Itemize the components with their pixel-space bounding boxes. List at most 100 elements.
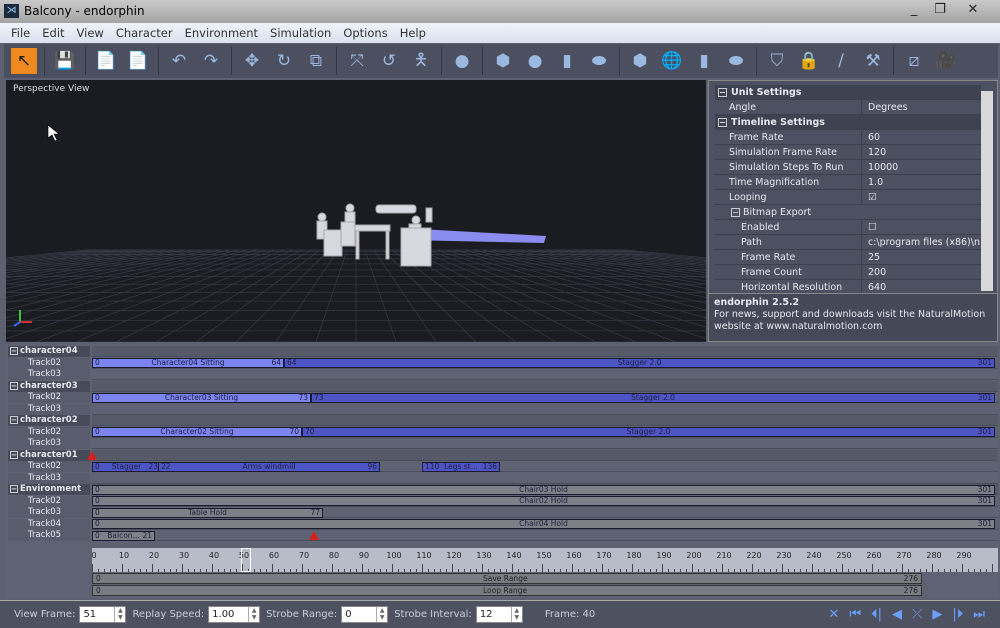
track-label[interactable]: Track03	[8, 472, 90, 484]
track-label[interactable]: Track02	[8, 461, 90, 472]
skip-end-icon[interactable]: ⏭	[973, 607, 985, 622]
collapse-icon[interactable]: −	[10, 485, 18, 493]
character-rotate-button[interactable]: ↺	[376, 48, 402, 74]
step-back-icon[interactable]: ⏴|	[871, 607, 882, 622]
track-label[interactable]: Track03	[8, 438, 90, 449]
menu-options[interactable]: Options	[338, 26, 394, 40]
menu-simulation[interactable]: Simulation	[265, 26, 338, 40]
collapse-icon[interactable]: −	[718, 88, 727, 97]
track-group-header[interactable]: − character03	[8, 380, 90, 392]
clip[interactable]: 0 Character02 Sitting 70	[92, 427, 302, 437]
spinner-arrows-icon[interactable]: ▲ ▼	[376, 607, 387, 622]
save-button[interactable]: 💾	[52, 48, 78, 74]
export-button[interactable]: 📄	[125, 48, 151, 74]
restore-button[interactable]: ❐	[926, 2, 954, 19]
property-value[interactable]: 60	[861, 130, 981, 145]
frame-ruler[interactable]: 0 10 20 30 40 50 60 70 80 90 100 110 120 130 140 150 160…	[91, 548, 998, 572]
link-button[interactable]: ⧄	[901, 48, 927, 74]
clip[interactable]: 0 Balcon... 21	[92, 530, 155, 541]
clip[interactable]: 0 Chair02 Hold 301	[92, 496, 995, 506]
clip[interactable]: 110 Legs st... 136	[422, 461, 500, 472]
spinner-arrows-icon[interactable]: ▲ ▼	[510, 607, 522, 622]
track-label[interactable]: Track05	[8, 530, 90, 541]
camera-lock-button[interactable]: 🎥	[933, 48, 959, 74]
collapse-icon[interactable]: −	[10, 347, 18, 355]
play-icon[interactable]: ▶	[932, 607, 942, 622]
view-frame-input[interactable]: 51 ▲ ▼	[79, 606, 127, 623]
track-lane[interactable]	[92, 472, 998, 484]
clip[interactable]: 0 Chair04 Hold 301	[92, 519, 995, 529]
replay-speed-input[interactable]: 1.00 ▲ ▼	[208, 606, 261, 623]
cut-icon[interactable]: ✕	[829, 607, 840, 622]
character-button[interactable]: 🯅	[408, 48, 434, 74]
property-row[interactable]: Enabled ☐	[715, 220, 981, 235]
box-collision-button[interactable]: ⬢	[627, 48, 653, 74]
property-value[interactable]: 120	[861, 145, 981, 160]
track-lane[interactable]	[92, 438, 998, 449]
axe-button[interactable]: ⚒	[860, 48, 886, 74]
cylinder-collision-button[interactable]: ▮	[691, 48, 717, 74]
track-lane[interactable]	[92, 346, 998, 357]
property-value[interactable]: ☐	[861, 220, 981, 235]
clip[interactable]: 0 Table Hold 77	[92, 507, 323, 518]
menu-file[interactable]: File	[6, 26, 37, 40]
box-button[interactable]: ⬢	[490, 48, 516, 74]
track-label[interactable]: Track03	[8, 507, 90, 518]
track-label[interactable]: Track02	[8, 495, 90, 507]
track-group-header[interactable]: − Environment	[8, 484, 90, 495]
import-button[interactable]: 📄	[93, 48, 119, 74]
capsule-button[interactable]: ⬬	[586, 48, 612, 74]
property-value[interactable]: Degrees	[861, 100, 981, 115]
menu-environment[interactable]: Environment	[180, 26, 265, 40]
collapse-icon[interactable]: −	[10, 450, 18, 459]
clip[interactable]: 0 Chair03 Hold 301	[92, 484, 995, 495]
menu-edit[interactable]: Edit	[37, 26, 71, 40]
collapse-icon[interactable]: −	[10, 381, 18, 390]
pen-button[interactable]: /	[828, 48, 854, 74]
property-value[interactable]: 200	[861, 265, 981, 280]
select-arrow-button[interactable]: ↖	[11, 48, 37, 74]
track-lane[interactable]	[92, 369, 998, 380]
clip[interactable]: 73 Stagger 2.0 301	[311, 392, 995, 403]
property-row[interactable]: Frame Rate 60	[715, 130, 981, 145]
track-label[interactable]: Track02	[8, 357, 90, 369]
property-section[interactable]: − Timeline Settings	[715, 115, 981, 130]
track-lane[interactable]	[92, 415, 998, 426]
property-value[interactable]: 1.0	[861, 175, 981, 190]
track-label[interactable]: Track04	[8, 518, 90, 530]
collapse-icon[interactable]: −	[731, 208, 740, 217]
property-row[interactable]: Simulation Steps To Run 10000	[715, 160, 981, 175]
head-button[interactable]: ●	[449, 48, 475, 74]
save-range-bar[interactable]: 0 Save Range 276	[92, 573, 922, 584]
track-lane[interactable]	[92, 403, 998, 415]
clip[interactable]: 70 Stagger 2.0 301	[302, 427, 995, 437]
track-label[interactable]: Track03	[8, 403, 90, 415]
spinner-arrows-icon[interactable]: ▲ ▼	[114, 607, 125, 622]
sphere-button[interactable]: ●	[522, 48, 548, 74]
perspective-viewport[interactable]: Perspective View	[6, 80, 706, 342]
clip[interactable]: 22 Arms windmill 96	[158, 461, 380, 472]
property-value[interactable]: ☑	[861, 190, 981, 205]
loop-icon[interactable]: ⤫	[912, 607, 922, 622]
track-lane[interactable]	[92, 530, 998, 541]
properties-scrollbar[interactable]	[981, 91, 993, 291]
collapse-icon[interactable]: −	[718, 118, 727, 127]
property-row[interactable]: Frame Count 200	[715, 265, 981, 280]
property-row[interactable]: Looping ☑	[715, 190, 981, 205]
close-button[interactable]: ✕	[958, 2, 988, 19]
track-label[interactable]: Track02	[8, 392, 90, 403]
property-row[interactable]: Angle Degrees	[715, 100, 981, 115]
property-value[interactable]: 10000	[861, 160, 981, 175]
track-group-header[interactable]: − character02	[8, 415, 90, 426]
track-lane[interactable]	[92, 449, 998, 461]
skip-start-icon[interactable]: ⏮	[849, 607, 861, 622]
clip[interactable]: 0 Character03 Sitting 73	[92, 392, 311, 403]
strobe-range-input[interactable]: 0 ▲ ▼	[341, 606, 389, 623]
property-value[interactable]: 25	[861, 250, 981, 265]
play-back-icon[interactable]: ◀	[892, 607, 902, 622]
spinner-arrows-icon[interactable]: ▲ ▼	[248, 607, 259, 622]
capsule-collision-button[interactable]: ⬬	[723, 48, 749, 74]
minimize-button[interactable]: _	[900, 2, 928, 19]
scale-button[interactable]: ⧉	[303, 48, 329, 74]
step-forward-icon[interactable]: |⏵	[952, 607, 963, 622]
